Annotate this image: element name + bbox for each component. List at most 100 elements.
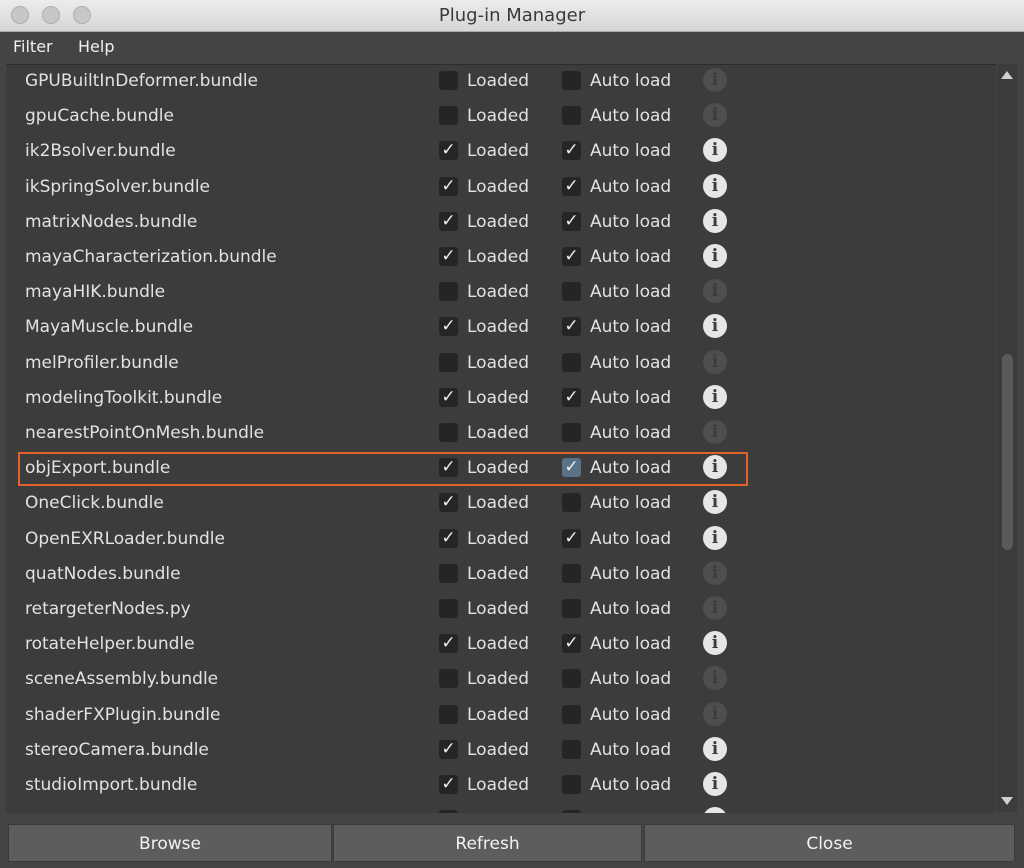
info-icon[interactable]: i: [703, 455, 727, 480]
autoload-checkbox[interactable]: [562, 669, 581, 689]
plugin-row[interactable]: OneClick.bundle ✓ Loaded Auto load i: [6, 488, 996, 523]
browse-button[interactable]: Browse: [8, 824, 332, 862]
plugin-row[interactable]: quatNodes.bundle Loaded Auto load i: [6, 559, 996, 594]
loaded-checkbox[interactable]: [439, 704, 458, 724]
autoload-label: Auto load: [590, 317, 672, 338]
autoload-checkbox[interactable]: [562, 71, 581, 90]
loaded-checkbox[interactable]: ✓: [439, 739, 458, 759]
info-icon[interactable]: i: [703, 631, 727, 656]
autoload-label: Auto load: [590, 106, 672, 127]
plugin-row[interactable]: matrixNodes.bundle ✓ Loaded ✓ Auto load i: [6, 207, 996, 242]
plugin-row[interactable]: rotateHelper.bundle ✓ Loaded ✓ Auto load i: [6, 629, 996, 664]
plugin-row[interactable]: nearestPointOnMesh.bundle Loaded Auto load…: [6, 418, 996, 453]
plugin-row[interactable]: stereoCamera.bundle ✓ Loaded Auto load i: [6, 735, 996, 770]
autoload-checkbox[interactable]: ✓: [562, 211, 581, 231]
scroll-thumb[interactable]: [1002, 354, 1013, 550]
loaded-checkbox[interactable]: ✓: [439, 387, 458, 407]
loaded-checkbox[interactable]: [439, 669, 458, 689]
autoload-checkbox[interactable]: ✓: [562, 176, 581, 196]
plugin-row[interactable]: shaderFXPlugin.bundle Loaded Auto load i: [6, 700, 996, 735]
loaded-checkbox[interactable]: ✓: [439, 176, 458, 196]
info-icon[interactable]: i: [703, 384, 727, 409]
loaded-checkbox[interactable]: [439, 282, 458, 302]
autoload-checkbox[interactable]: [562, 775, 581, 794]
plugin-name: rotateHelper.bundle: [25, 634, 195, 655]
info-icon[interactable]: i: [703, 138, 727, 163]
info-icon[interactable]: i: [703, 490, 727, 515]
loaded-checkbox[interactable]: ✓: [439, 247, 458, 266]
plugin-row[interactable]: retargeterNodes.py Loaded Auto load i: [6, 594, 996, 629]
plugin-row[interactable]: sceneAssembly.bundle Loaded Auto load i: [6, 664, 996, 699]
loaded-label: Loaded: [467, 563, 530, 584]
loaded-checkbox[interactable]: [439, 599, 458, 618]
autoload-checkbox[interactable]: [562, 282, 581, 302]
plugin-row[interactable]: melProfiler.bundle Loaded Auto load i: [6, 348, 996, 383]
plugin-row[interactable]: mayaCharacterization.bundle ✓ Loaded ✓ Auto …: [6, 242, 996, 277]
menu-help[interactable]: Help: [78, 37, 114, 56]
vertical-scrollbar[interactable]: [997, 64, 1017, 812]
close-button[interactable]: Close: [644, 824, 1015, 862]
loaded-checkbox[interactable]: [439, 71, 458, 90]
plugin-row[interactable]: mayaHIK.bundle Loaded Auto load i: [6, 277, 996, 312]
plugin-row[interactable]: modelingToolkit.bundle ✓ Loaded ✓ Auto load i: [6, 383, 996, 418]
plugin-row[interactable]: MayaMuscle.bundle ✓ Loaded ✓ Auto load i: [6, 312, 996, 347]
info-icon: [703, 807, 727, 813]
plugin-row[interactable]: ikSpringSolver.bundle ✓ Loaded ✓ Auto load i: [6, 172, 996, 207]
loaded-label: Loaded: [467, 352, 530, 373]
autoload-checkbox[interactable]: [562, 739, 581, 759]
info-icon[interactable]: i: [703, 244, 727, 268]
loaded-checkbox[interactable]: [439, 423, 458, 442]
title-bar: Plug-in Manager: [0, 0, 1024, 32]
refresh-button[interactable]: Refresh: [333, 824, 642, 862]
menu-bar: Filter Help: [0, 32, 1024, 62]
loaded-checkbox[interactable]: [439, 563, 458, 583]
info-icon[interactable]: i: [703, 736, 727, 761]
loaded-checkbox[interactable]: ✓: [439, 634, 458, 654]
info-icon[interactable]: i: [703, 525, 727, 550]
autoload-checkbox[interactable]: [562, 563, 581, 583]
loaded-checkbox[interactable]: [439, 106, 458, 126]
plugin-row[interactable]: ik2Bsolver.bundle ✓ Loaded ✓ Auto load i: [6, 136, 996, 171]
loaded-checkbox[interactable]: ✓: [439, 458, 458, 478]
autoload-checkbox[interactable]: ✓: [562, 317, 581, 337]
autoload-checkbox[interactable]: ✓: [562, 458, 581, 478]
loaded-checkbox[interactable]: ✓: [439, 528, 458, 548]
plugin-row[interactable]: objExport.bundle ✓ Loaded ✓ Auto load i: [6, 453, 996, 488]
info-icon[interactable]: i: [703, 173, 727, 198]
autoload-checkbox[interactable]: [562, 423, 581, 442]
loaded-label: Loaded: [467, 528, 530, 549]
loaded-label: Loaded: [467, 739, 530, 760]
plugin-row[interactable]: gpuCache.bundle Loaded Auto load i: [6, 101, 996, 136]
loaded-checkbox[interactable]: [439, 352, 458, 372]
autoload-checkbox[interactable]: [562, 106, 581, 126]
loaded-checkbox[interactable]: ✓: [439, 317, 458, 337]
info-icon[interactable]: i: [703, 772, 727, 796]
loaded-label: Loaded: [467, 634, 530, 655]
info-icon[interactable]: i: [703, 208, 727, 233]
autoload-label: Auto load: [590, 141, 672, 162]
autoload-checkbox[interactable]: ✓: [562, 141, 581, 161]
loaded-checkbox[interactable]: ✓: [439, 211, 458, 231]
loaded-checkbox[interactable]: ✓: [439, 493, 458, 513]
autoload-checkbox[interactable]: ✓: [562, 387, 581, 407]
loaded-checkbox[interactable]: ✓: [439, 141, 458, 161]
autoload-checkbox[interactable]: [562, 493, 581, 513]
info-icon[interactable]: i: [703, 314, 727, 339]
scroll-down-arrow-icon[interactable]: [1001, 797, 1013, 805]
plugin-row[interactable]: OpenEXRLoader.bundle ✓ Loaded ✓ Auto load i: [6, 524, 996, 559]
plugin-row[interactable]: GPUBuiltInDeformer.bundle Loaded Auto load…: [6, 66, 996, 101]
autoload-checkbox[interactable]: [562, 599, 581, 618]
autoload-checkbox[interactable]: ✓: [562, 634, 581, 654]
plugin-name: ik2Bsolver.bundle: [25, 141, 176, 162]
autoload-checkbox[interactable]: [562, 352, 581, 372]
menu-filter[interactable]: Filter: [13, 37, 53, 56]
autoload-checkbox[interactable]: ✓: [562, 528, 581, 548]
plugin-name: matrixNodes.bundle: [25, 211, 198, 232]
autoload-label: Auto load: [590, 71, 672, 91]
autoload-checkbox[interactable]: ✓: [562, 247, 581, 266]
plugin-row[interactable]: studioImport.bundle ✓ Loaded Auto load i: [6, 770, 996, 805]
loaded-checkbox[interactable]: ✓: [439, 775, 458, 794]
scroll-up-arrow-icon[interactable]: [1001, 71, 1013, 79]
autoload-label: Auto load: [590, 387, 672, 408]
autoload-checkbox[interactable]: [562, 704, 581, 724]
